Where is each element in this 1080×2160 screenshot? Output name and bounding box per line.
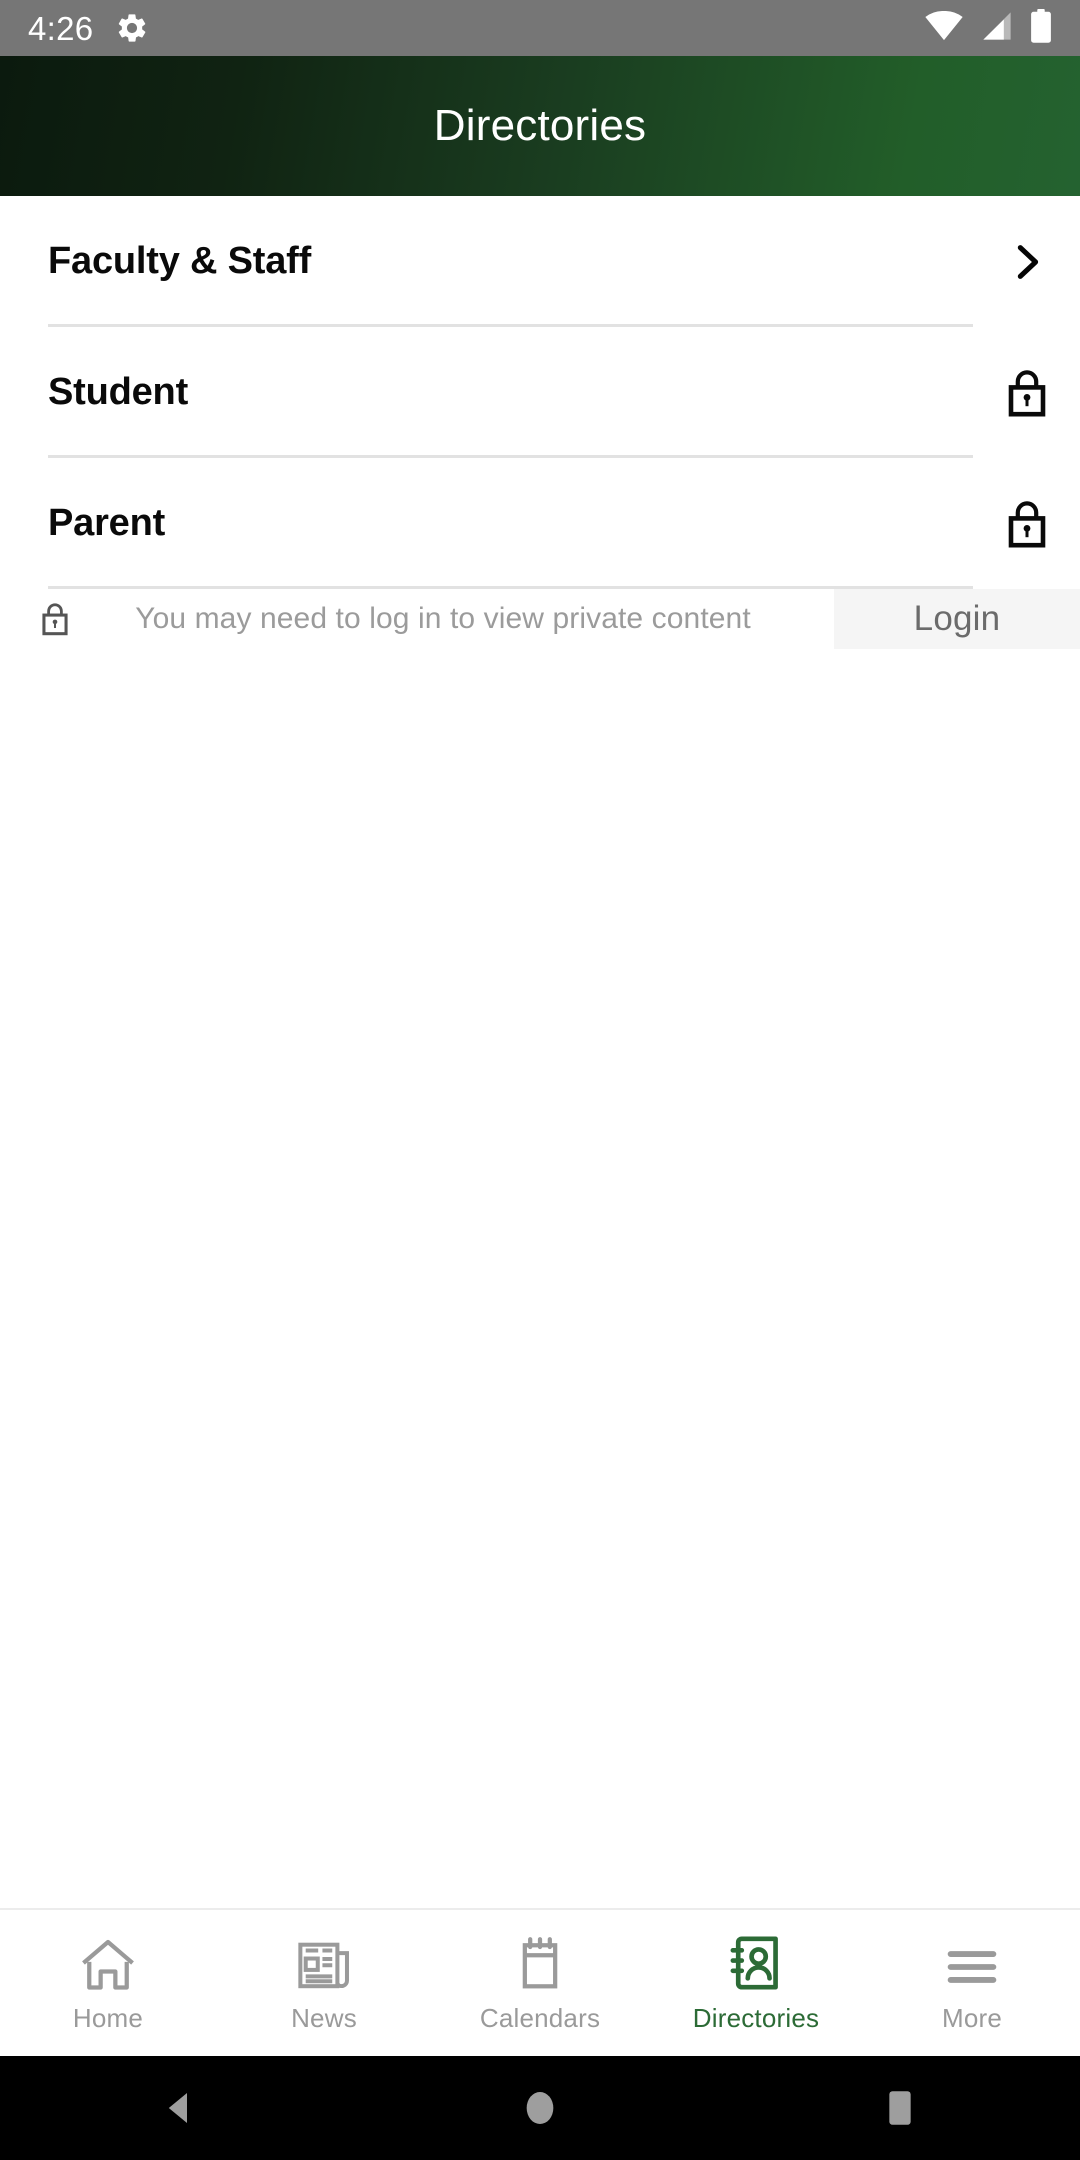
tab-label: Calendars (479, 2002, 601, 2033)
page-title: Directories (433, 101, 647, 150)
lock-icon (964, 498, 1050, 550)
home-icon (79, 1933, 137, 1993)
tab-more[interactable]: More (864, 1910, 1080, 2056)
back-triangle-icon[interactable] (90, 2056, 270, 2160)
status-bar-clock: 4:26 (28, 9, 94, 47)
status-bar-icons (924, 8, 1058, 48)
directory-row-student[interactable]: Student (0, 327, 1080, 458)
tab-label: Home (72, 2002, 144, 2033)
wifi-icon (924, 10, 964, 46)
login-button[interactable]: Login (834, 589, 1080, 649)
gear-icon (115, 11, 149, 45)
chevron-right-icon (964, 239, 1050, 285)
hamburger-menu-icon (943, 1933, 1001, 1993)
directory-row-label: Faculty & Staff (48, 240, 312, 282)
home-circle-icon[interactable] (450, 2056, 630, 2160)
directory-row-faculty-staff[interactable]: Faculty & Staff (0, 196, 1080, 327)
cellular-signal-icon (980, 11, 1014, 46)
tab-label: Directories (692, 2002, 820, 2033)
battery-icon (1030, 8, 1052, 48)
lock-icon (964, 367, 1050, 419)
android-status-bar: 4:26 (0, 0, 1080, 56)
android-navigation-bar (0, 2056, 1080, 2160)
directory-list: Faculty & Staff Student Parent (0, 196, 1080, 589)
lock-icon (0, 600, 110, 638)
newspaper-icon (295, 1933, 353, 1993)
private-content-notice: You may need to log in to view private c… (0, 589, 1080, 649)
directory-row-label: Parent (48, 502, 166, 544)
bottom-tab-bar: Home News Calendars Directories More (0, 1908, 1080, 2056)
tab-label: News (291, 2002, 357, 2033)
private-content-message: You may need to log in to view private c… (135, 602, 751, 635)
contact-book-icon (727, 1933, 785, 1993)
tab-directories[interactable]: Directories (648, 1910, 864, 2056)
directory-row-parent[interactable]: Parent (0, 458, 1080, 589)
app-header: Directories (0, 56, 1080, 196)
tab-label: More (941, 2002, 1003, 2033)
tab-calendars[interactable]: Calendars (432, 1910, 648, 2056)
tab-news[interactable]: News (216, 1910, 432, 2056)
calendar-icon (511, 1933, 569, 1993)
tab-home[interactable]: Home (0, 1910, 216, 2056)
recents-square-icon[interactable] (810, 2056, 990, 2160)
phone-screen: 4:26 Directories Faculty & Staff Student… (0, 0, 1080, 2160)
directory-row-label: Student (48, 371, 189, 413)
